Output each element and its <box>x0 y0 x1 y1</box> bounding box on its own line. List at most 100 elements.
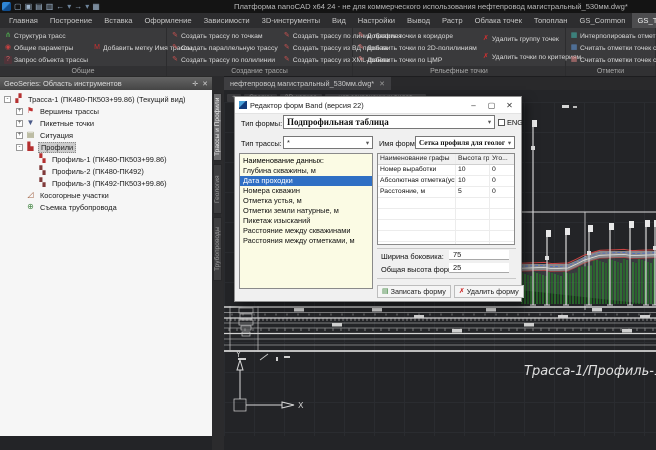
ribbon-button[interactable]: ✎Добавить точки по ЦМР <box>357 54 477 66</box>
chevron-down-icon[interactable]: ▾ <box>485 118 494 126</box>
ribbon-tab-топоплан[interactable]: Топоплан <box>528 13 574 28</box>
ribbon-tab-облака-точек[interactable]: Облака точек <box>469 13 528 28</box>
tool-panel-side-tabs: Трассы и Профили Геология Трубопроводы <box>212 76 224 450</box>
ribbon-button[interactable]: ✎Создать параллельную трассу <box>171 42 278 54</box>
grid-row[interactable] <box>378 242 514 245</box>
ribbon-button[interactable]: ✎Добавить точки по 2D-полилиниям <box>357 42 477 54</box>
ribbon-tab-построение[interactable]: Построение <box>44 13 98 28</box>
grid-row[interactable] <box>378 231 514 242</box>
save-icon[interactable]: ▤ <box>35 2 43 11</box>
checkbox-box[interactable] <box>498 119 505 126</box>
ribbon-tab-настройки[interactable]: Настройки <box>352 13 401 28</box>
tree-item-трасса-1[interactable]: -▞Трасса-1 (ПК480-ПК503+99.86) (Текущий … <box>0 93 212 105</box>
chevron-down-icon[interactable]: ▾ <box>363 139 372 147</box>
save-as-icon[interactable]: ▥ <box>46 2 54 11</box>
tree-expander[interactable]: - <box>4 96 11 103</box>
tree-item-косогорные[interactable]: ◿Косогорные участки <box>0 189 212 201</box>
tree-item-профиль-3[interactable]: ▚Профиль-3 (ПК492-ПК503+99.86) <box>0 177 212 189</box>
form-name-combobox[interactable]: Сетка профиля для геологии 1 ▾ <box>415 136 515 149</box>
side-tab-3[interactable]: Трубопроводы <box>213 217 222 281</box>
data-item[interactable]: Отметка устья, м <box>240 196 372 206</box>
grid-row[interactable] <box>378 198 514 209</box>
close-button[interactable]: ✕ <box>502 101 517 110</box>
tree-item-профиль-2[interactable]: ▚Профиль-2 (ПК480-ПК492) <box>0 165 212 177</box>
chevron-down-icon[interactable]: ▾ <box>505 139 514 147</box>
redo-icon[interactable]: → <box>74 2 82 11</box>
ribbon-button[interactable]: ▦Считать отметки точек с ЦМР <box>570 42 656 54</box>
ribbon-tab-gs-trace[interactable]: GS_Trace <box>632 13 656 28</box>
tree-expander[interactable]: + <box>16 108 23 115</box>
track-icon: ▞ <box>14 95 23 103</box>
grid-row[interactable]: Номер выработки100 <box>378 165 514 176</box>
ribbon-button[interactable]: ✎Создать трассу по точкам <box>171 30 278 42</box>
ribbon-tab-главная[interactable]: Главная <box>3 13 44 28</box>
save-form-label: Записать форму <box>391 287 446 296</box>
data-item[interactable]: Расстояния между отметками, м <box>240 236 372 246</box>
tree-item-профиль-1[interactable]: ▚Профиль-1 (ПК480-ПК503+99.86) <box>0 153 212 165</box>
delete-form-button[interactable]: ✗ Удалить форму <box>454 285 524 298</box>
tree-expander[interactable]: - <box>16 144 23 151</box>
pin-icon[interactable]: ✛ <box>192 80 198 88</box>
data-item[interactable]: Отметки земли натурные, м <box>240 206 372 216</box>
grid-cell <box>378 198 456 208</box>
save-form-button[interactable]: ▤ Записать форму <box>377 285 451 298</box>
track-type-combobox[interactable]: * ▾ <box>283 136 373 149</box>
ribbon-tab-вид[interactable]: Вид <box>326 13 352 28</box>
document-tab[interactable]: нефтепровод магистральный_530мм.dwg* ✕ <box>224 77 391 90</box>
grid-row[interactable] <box>378 220 514 231</box>
ribbon-button[interactable]: ◉Общие параметры <box>4 42 88 54</box>
tree-item-профили[interactable]: -▙Профили <box>0 141 212 153</box>
data-item[interactable]: Дата проходки <box>240 176 372 186</box>
tree-expander[interactable]: + <box>16 120 23 127</box>
maximize-button[interactable]: ▢ <box>484 101 499 110</box>
side-tab-1[interactable]: Трассы и Профили <box>213 93 222 161</box>
minimize-button[interactable]: – <box>466 101 481 110</box>
tree-item-съемка[interactable]: ⊕Съемка трубопровода <box>0 201 212 213</box>
ribbon-tab-3d-инструменты[interactable]: 3D-инструменты <box>256 13 326 28</box>
ribbon-button[interactable]: ▦Считать отметки точек с ЦМР авт... <box>570 54 656 66</box>
ribbon-button[interactable]: ✎Создать трассу по полилинии <box>171 54 278 66</box>
ribbon-tab-вывод[interactable]: Вывод <box>401 13 436 28</box>
ribbon-button[interactable]: ▦Интерполировать отметки точек <box>570 30 656 42</box>
ribbon-tab-gs-common[interactable]: GS_Common <box>573 13 631 28</box>
ribbon-button-label: Добавить точки по 2D-полилиниям <box>367 45 477 52</box>
data-item[interactable]: Пикетаж изысканий <box>240 216 372 226</box>
tree-item-вершины[interactable]: +⚑Вершины трассы <box>0 105 212 117</box>
ribbon-tab-вставка[interactable]: Вставка <box>98 13 138 28</box>
data-item[interactable]: Номера скважин <box>240 186 372 196</box>
side-tab-2[interactable]: Геология <box>213 164 222 214</box>
data-item[interactable]: Расстояние между скважинами <box>240 226 372 236</box>
form-height-input[interactable]: 25 <box>449 263 509 273</box>
undo-menu-icon[interactable]: ▾ <box>67 2 71 11</box>
grid-row[interactable] <box>378 209 514 220</box>
open-icon[interactable]: ▣ <box>25 2 33 11</box>
ribbon-tab-оформление[interactable]: Оформление <box>138 13 197 28</box>
document-tab-close-icon[interactable]: ✕ <box>379 80 385 88</box>
new-file-icon[interactable]: ▢ <box>14 2 22 11</box>
undo-icon[interactable]: ← <box>56 2 64 11</box>
form-type-combobox[interactable]: Подпрофильная таблица ▾ <box>283 115 495 129</box>
dialog-titlebar[interactable]: Редактор форм Band (версия 22) – ▢ ✕ <box>235 97 521 114</box>
close-icon[interactable]: ✕ <box>202 80 208 88</box>
eng-checkbox[interactable]: ENG <box>498 118 523 127</box>
ucs-x-label: X <box>298 401 304 410</box>
grid-cell: 0 <box>490 187 514 197</box>
ribbon-button[interactable]: ⋔Структура трасс <box>4 30 88 42</box>
tree-item-пикетные[interactable]: +▼Пикетные точки <box>0 117 212 129</box>
ribbon-button[interactable]: ?Запрос объекта трассы <box>4 54 88 66</box>
ribbon-tab-растр[interactable]: Растр <box>436 13 469 28</box>
tree-item-ситуация[interactable]: +▤Ситуация <box>0 129 212 141</box>
grid-row[interactable]: Расстояние, м50 <box>378 187 514 198</box>
tree-expander[interactable]: + <box>16 132 23 139</box>
ribbon-tab-зависимости[interactable]: Зависимости <box>198 13 256 28</box>
redo-menu-icon[interactable]: ▾ <box>85 2 89 11</box>
grid-row[interactable]: Абсолютная отметка(устья в...100 <box>378 176 514 187</box>
side-width-input[interactable]: 75 <box>449 250 509 260</box>
save-disk-icon: ▤ <box>382 288 389 295</box>
data-item[interactable]: Глубина скважины, м <box>240 166 372 176</box>
dialog-title: Редактор форм Band (версия 22) <box>250 101 463 110</box>
dialog-app-icon <box>239 101 247 109</box>
print-icon[interactable]: ▦ <box>92 2 100 11</box>
ribbon-button[interactable]: ✎Добавить точки в коридоре <box>357 30 477 42</box>
tree-item-label: Профиль-3 (ПК492-ПК503+99.86) <box>50 179 169 188</box>
